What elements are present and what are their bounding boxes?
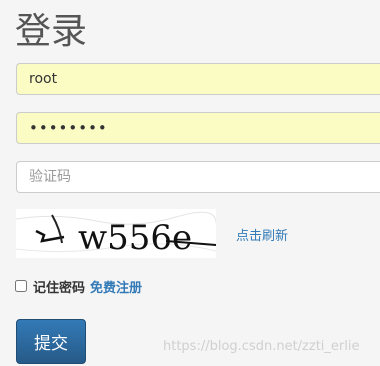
remember-row: 记住密码 免费注册 <box>15 277 142 296</box>
submit-button[interactable]: 提交 <box>16 319 86 364</box>
password-input[interactable] <box>16 112 380 144</box>
refresh-captcha-link[interactable]: 点击刷新 <box>236 225 288 244</box>
captcha-input[interactable] <box>16 161 380 193</box>
remember-label[interactable]: 记住密码 <box>33 277 85 296</box>
page-title: 登录 <box>15 11 88 52</box>
watermark-text: https://blog.csdn.net/zzti_erlie <box>163 339 360 354</box>
captcha-text: w556e <box>78 218 192 258</box>
register-link[interactable]: 免费注册 <box>90 277 142 296</box>
remember-checkbox[interactable] <box>15 280 27 292</box>
login-page: 登录 w556e 点击刷新 记住密码 免费注册 提交 https://blog.… <box>0 0 380 366</box>
captcha-image[interactable]: w556e <box>16 209 216 258</box>
username-input[interactable] <box>16 63 380 95</box>
